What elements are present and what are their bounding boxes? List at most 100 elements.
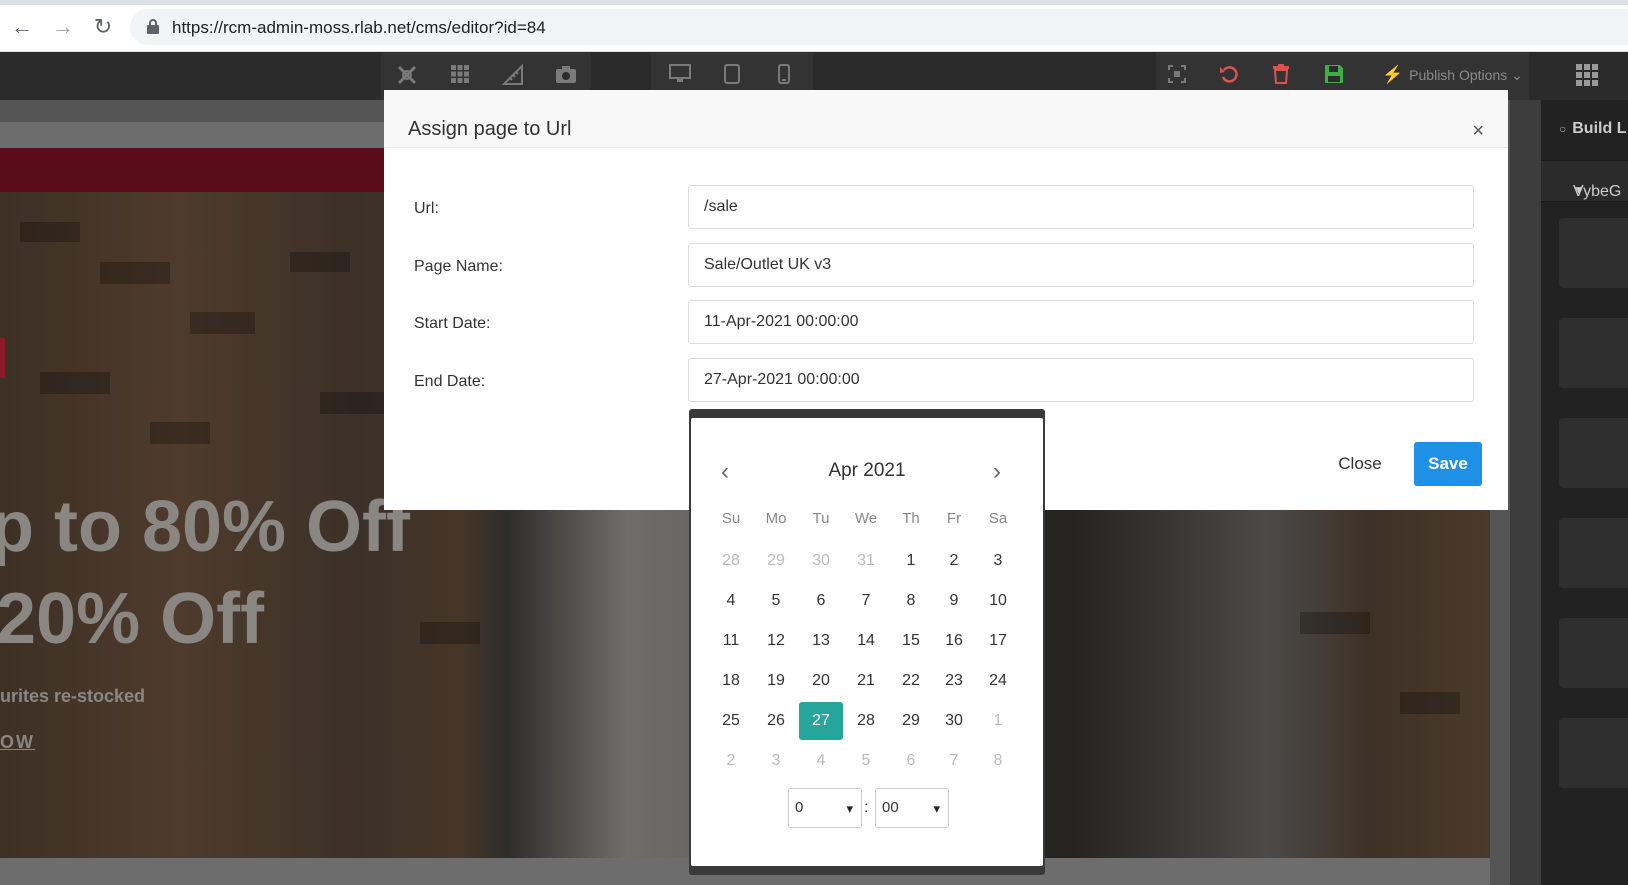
build-icon: ○ (1559, 122, 1567, 136)
calendar-day[interactable]: 10 (976, 582, 1020, 620)
calendar-day[interactable]: 22 (889, 662, 933, 700)
calendar-day[interactable]: 1 (976, 702, 1020, 740)
end-date-input[interactable] (688, 358, 1474, 402)
save-button[interactable]: Save (1414, 442, 1482, 486)
calendar-day[interactable]: 2 (932, 542, 976, 580)
calendar-day[interactable]: 19 (754, 662, 798, 700)
start-date-label: Start Date: (414, 315, 491, 332)
component-block[interactable] (1559, 418, 1628, 488)
time-separator: : (864, 799, 869, 816)
component-block[interactable] (1559, 518, 1628, 588)
calendar-day[interactable]: 23 (932, 662, 976, 700)
calendar-day[interactable]: 24 (976, 662, 1020, 700)
weekday-label: Su (721, 510, 741, 527)
calendar-day[interactable]: 16 (932, 622, 976, 660)
calendar-day[interactable]: 7 (844, 582, 888, 620)
reload-icon[interactable]: ↻ (90, 14, 116, 40)
sidebar-section-vybeg[interactable]: ▼ VybeG (1541, 160, 1628, 202)
calendar-day[interactable]: 3 (976, 542, 1020, 580)
calendar-day[interactable]: 12 (754, 622, 798, 660)
calendar-day[interactable]: 13 (799, 622, 843, 660)
datepicker: ‹ Apr 2021 › Su Mo Tu We Th Fr Sa 28 29 30 31 1 2 3 4… (691, 418, 1043, 866)
page-name-input[interactable] (688, 243, 1474, 287)
calendar-day[interactable]: 25 (709, 702, 753, 740)
mobile-icon[interactable] (771, 64, 797, 88)
tablet-icon[interactable] (719, 64, 745, 88)
calendar-day[interactable]: 30 (799, 542, 843, 580)
calendar-day[interactable]: 14 (844, 622, 888, 660)
calendar-day[interactable]: 8 (976, 742, 1020, 780)
close-button[interactable]: Close (1332, 442, 1388, 486)
apps-icon[interactable] (1576, 64, 1598, 86)
camera-icon[interactable] (553, 64, 579, 88)
forward-arrow-icon[interactable]: → (50, 14, 76, 40)
calendar-day[interactable]: 21 (844, 662, 888, 700)
calendar-day[interactable]: 18 (709, 662, 753, 700)
start-date-input[interactable] (688, 300, 1474, 344)
calendar-day[interactable]: 1 (889, 542, 933, 580)
hero-subheadline: 20% Off (0, 579, 265, 659)
component-block[interactable] (1559, 718, 1628, 788)
calendar-day[interactable]: 20 (799, 662, 843, 700)
calendar-day[interactable]: 4 (709, 582, 753, 620)
weekday-label: Th (902, 510, 920, 527)
component-block[interactable] (1559, 318, 1628, 388)
hero-cta-link[interactable]: OW (0, 732, 35, 753)
calendar-day[interactable]: 28 (844, 702, 888, 740)
tab-strip (0, 0, 1628, 5)
back-arrow-icon[interactable]: ← (9, 14, 35, 40)
calendar-day[interactable]: 4 (799, 742, 843, 780)
calendar-day[interactable]: 31 (844, 542, 888, 580)
fullscreen-icon[interactable] (1164, 64, 1190, 88)
hour-select[interactable]: 0 ▾ (788, 788, 862, 828)
chevron-down-icon: ▾ (933, 801, 940, 816)
month-label[interactable]: Apr 2021 (691, 460, 1043, 482)
component-block[interactable] (1559, 218, 1628, 288)
build-layout-header[interactable]: ○ Build L (1559, 120, 1626, 138)
calendar-day[interactable]: 17 (976, 622, 1020, 660)
address-bar[interactable]: https://rcm-admin-moss.rlab.net/cms/edit… (130, 9, 1628, 45)
lock-icon (147, 19, 159, 34)
calendar-day[interactable]: 29 (754, 542, 798, 580)
calendar-day[interactable]: 5 (844, 742, 888, 780)
minute-select[interactable]: 00 ▾ (875, 788, 949, 828)
url-text[interactable]: https://rcm-admin-moss.rlab.net/cms/edit… (172, 18, 546, 38)
delete-icon[interactable] (1268, 64, 1294, 88)
calendar-day[interactable]: 9 (932, 582, 976, 620)
calendar-day[interactable]: 29 (889, 702, 933, 740)
url-input[interactable] (688, 185, 1474, 229)
url-label: Url: (414, 200, 439, 217)
component-block[interactable] (1559, 618, 1628, 688)
browser-toolbar: ← → ↻ https://rcm-admin-moss.rlab.net/cm… (0, 0, 1628, 52)
hero-caption: urites re-stocked (0, 686, 146, 706)
tools-icon[interactable] (394, 64, 420, 88)
modal-header: Assign page to Url × (384, 90, 1508, 148)
undo-icon[interactable] (1216, 64, 1242, 88)
calendar-day[interactable]: 26 (754, 702, 798, 740)
weekday-label: Sa (988, 510, 1008, 527)
ruler-icon[interactable] (500, 63, 526, 88)
calendar-day[interactable]: 28 (709, 542, 753, 580)
next-month-icon[interactable]: › (993, 458, 1001, 486)
calendar-day[interactable]: 3 (754, 742, 798, 780)
grid-icon[interactable] (447, 64, 473, 88)
calendar-day[interactable]: 6 (889, 742, 933, 780)
calendar-day[interactable]: 15 (889, 622, 933, 660)
panel-divider (1510, 100, 1541, 885)
calendar-day[interactable]: 7 (932, 742, 976, 780)
save-icon[interactable] (1321, 64, 1347, 88)
desktop-icon[interactable] (667, 64, 693, 88)
builder-sidebar: ○ Build L ▼ VybeG (1541, 100, 1628, 885)
close-icon[interactable]: × (1472, 120, 1484, 143)
calendar-day[interactable]: 27 (799, 702, 843, 740)
publish-options-button[interactable]: ⚡ Publish Options ⌄ (1382, 65, 1523, 85)
calendar-day[interactable]: 30 (932, 702, 976, 740)
end-date-label: End Date: (414, 373, 486, 390)
calendar-day[interactable]: 6 (799, 582, 843, 620)
page-name-label: Page Name: (414, 258, 503, 275)
calendar-day[interactable]: 11 (709, 622, 753, 660)
calendar-day[interactable]: 8 (889, 582, 933, 620)
calendar-day[interactable]: 5 (754, 582, 798, 620)
calendar-day[interactable]: 2 (709, 742, 753, 780)
weekday-label: We (854, 510, 878, 527)
